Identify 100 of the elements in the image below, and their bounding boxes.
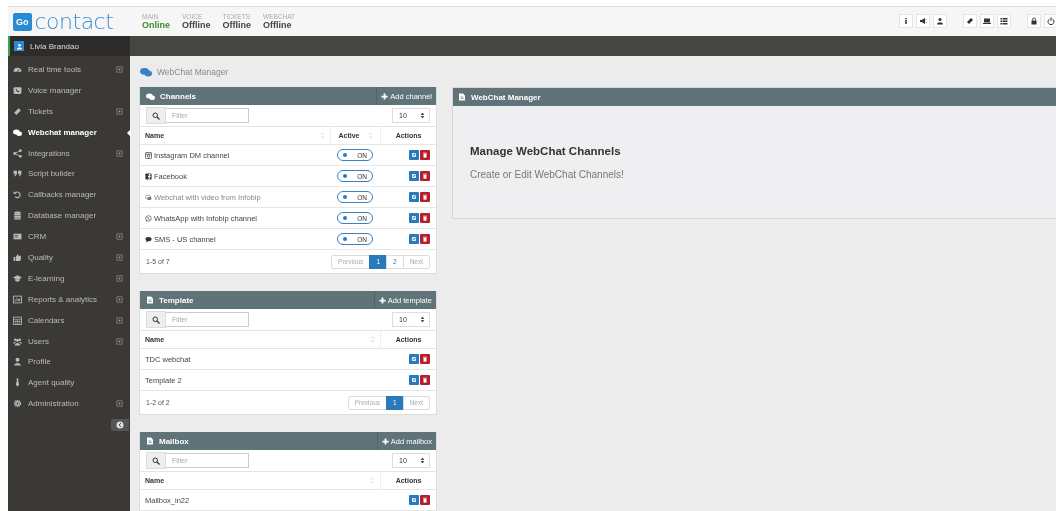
status-value: Offline <box>182 20 211 30</box>
edit-button[interactable] <box>409 495 419 505</box>
document-icon <box>146 437 154 445</box>
user-button[interactable] <box>933 14 947 28</box>
info-button[interactable] <box>899 14 913 28</box>
sidebar-item[interactable]: Administration <box>8 393 130 415</box>
lock-icon <box>1030 17 1038 25</box>
delete-button[interactable] <box>420 495 430 505</box>
spinner-arrows-icon <box>420 457 425 464</box>
search-icon <box>152 456 160 465</box>
lock-button[interactable] <box>1027 14 1041 28</box>
edit-button[interactable] <box>409 192 419 202</box>
sidebar-item[interactable]: CRM <box>8 226 130 247</box>
spinner-arrows-icon <box>420 316 425 323</box>
panel-title: Mailbox <box>159 436 189 446</box>
sidebar-item[interactable]: Real time tools <box>8 59 130 80</box>
megaphone-button[interactable] <box>916 14 930 28</box>
share-icon <box>13 148 22 158</box>
power-icon <box>1047 17 1055 25</box>
status-value: Offline <box>222 20 251 30</box>
graduation-cap-icon <box>13 273 22 283</box>
edit-button[interactable] <box>409 150 419 160</box>
ticket-icon <box>966 17 974 25</box>
trash-icon <box>422 194 428 200</box>
list-icon <box>1000 17 1008 25</box>
monitor-button[interactable] <box>980 14 994 28</box>
calendar-icon <box>13 315 22 325</box>
undo-arrow-icon <box>13 190 22 200</box>
sidebar-item[interactable]: Voice manager <box>8 79 130 101</box>
pencil-icon <box>411 194 417 200</box>
card-icon <box>13 232 22 242</box>
document-icon <box>458 93 466 101</box>
chat-bubbles-icon <box>146 91 155 101</box>
edit-button[interactable] <box>409 354 419 364</box>
plus-icon <box>381 437 389 445</box>
sidebar-item[interactable]: E-learning <box>8 267 130 289</box>
chat-bubbles-icon <box>139 65 153 78</box>
sidebar-item[interactable]: Calendars <box>8 309 130 331</box>
sidebar-item[interactable]: Webchat manager <box>8 121 130 143</box>
page-title: WebChat Manager <box>157 66 229 77</box>
gear-icon <box>13 399 22 409</box>
camera-icon <box>145 151 152 159</box>
trash-icon <box>422 377 428 383</box>
sidebar-item[interactable]: Users <box>8 330 130 352</box>
panel-title: Channels <box>160 91 196 101</box>
plus-icon <box>378 296 386 304</box>
sidebar-item[interactable]: Integrations <box>8 142 130 164</box>
panel-title: WebChat Manager <box>471 92 541 102</box>
sidebar-item[interactable]: Profile <box>8 351 130 373</box>
user-icon <box>15 42 23 50</box>
users-icon <box>13 336 22 346</box>
edit-button[interactable] <box>409 171 419 181</box>
pencil-icon <box>411 215 417 221</box>
power-button[interactable] <box>1044 14 1056 28</box>
trash-icon <box>422 236 428 242</box>
pencil-icon <box>411 236 417 242</box>
database-icon <box>13 211 22 221</box>
delete-button[interactable] <box>420 150 430 160</box>
phone-icon <box>13 85 22 95</box>
tie-icon <box>13 378 22 388</box>
arrow-left-icon <box>116 421 124 430</box>
plus-icon <box>381 92 389 100</box>
collapse-button[interactable] <box>111 419 129 432</box>
sidebar-item[interactable]: Reports & analytics <box>8 288 130 310</box>
delete-button[interactable] <box>420 375 430 385</box>
sidebar-item[interactable]: Agent quality <box>8 372 130 394</box>
sidebar-item[interactable]: Callbacks manager <box>8 184 130 206</box>
pencil-icon <box>411 173 417 179</box>
sidebar-item[interactable]: Quality <box>8 247 130 268</box>
bar-chart-icon <box>13 294 22 304</box>
edit-button[interactable] <box>409 375 419 385</box>
edit-button[interactable] <box>409 234 419 244</box>
sidebar-item[interactable]: Database manager <box>8 205 130 227</box>
panel-heading: Manage WebChat Channels <box>470 144 622 157</box>
whatsapp-icon <box>145 214 152 222</box>
user-name: Livia Brandao <box>30 41 79 51</box>
facebook-icon <box>145 172 152 180</box>
speech-bubble-icon <box>145 235 152 243</box>
delete-button[interactable] <box>420 192 430 202</box>
trash-icon <box>422 356 428 362</box>
document-icon <box>146 296 154 304</box>
user-icon <box>936 17 944 25</box>
list-button[interactable] <box>997 14 1011 28</box>
ticket-button[interactable] <box>963 14 977 28</box>
pencil-icon <box>411 377 417 383</box>
edit-button[interactable] <box>409 213 419 223</box>
delete-button[interactable] <box>420 171 430 181</box>
sidebar-item[interactable]: Tickets <box>8 100 130 122</box>
delete-button[interactable] <box>420 234 430 244</box>
ticket-icon <box>13 106 22 116</box>
delete-button[interactable] <box>420 354 430 364</box>
pencil-icon <box>411 356 417 362</box>
monitor-icon <box>983 17 991 25</box>
sidebar-item[interactable]: Script builder <box>8 163 130 185</box>
delete-button[interactable] <box>420 213 430 223</box>
panel-title: Template <box>159 295 194 305</box>
quote-icon <box>13 169 22 179</box>
thumbs-up-icon <box>13 252 22 262</box>
logo-badge: Go <box>13 12 32 31</box>
trash-icon <box>422 173 428 179</box>
